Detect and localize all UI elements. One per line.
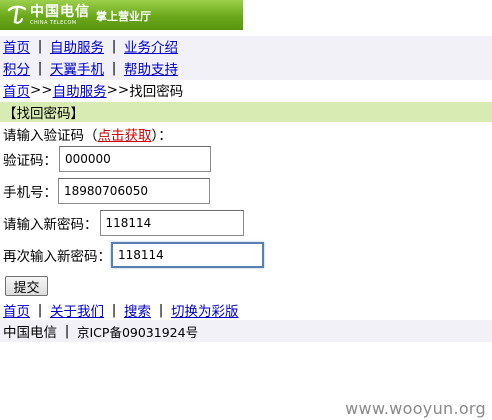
footer-icp: 京ICP备09031924号	[77, 324, 199, 340]
nav-link-business-intro[interactable]: 业务介绍	[124, 36, 178, 56]
nav-row-2: 积分 | 天翼手机 | 帮助支持	[3, 58, 178, 78]
footer-separator: |	[64, 323, 70, 339]
submit-button[interactable]: 提交	[5, 276, 48, 296]
footer-info: 中国电信 | 京ICP备09031924号	[3, 321, 198, 341]
nav-separator: |	[37, 60, 43, 76]
nav-separator: |	[111, 38, 117, 54]
confirm-password-input[interactable]	[111, 242, 264, 268]
footer-nav: 首页 | 关于我们 | 搜索 | 切换为彩版	[3, 300, 239, 320]
code-input[interactable]	[59, 146, 211, 172]
nav-link-help-support[interactable]: 帮助支持	[124, 58, 178, 78]
verification-prompt: 请输入验证码（ 点击获取 ）：	[3, 124, 172, 144]
breadcrumb-separator: >>	[30, 82, 53, 98]
footer-link-about[interactable]: 关于我们	[50, 300, 104, 320]
phone-input[interactable]	[58, 178, 210, 204]
confirm-password-row: 再次输入新密码：	[3, 242, 264, 268]
confirm-password-label: 再次输入新密码：	[3, 249, 111, 265]
breadcrumb: 首页 >> 自助服务 >> 找回密码	[3, 80, 183, 100]
footer-separator: |	[111, 302, 117, 318]
phone-row: 手机号：	[3, 178, 210, 204]
nav-link-home[interactable]: 首页	[3, 36, 30, 56]
nav-link-self-service[interactable]: 自助服务	[50, 36, 104, 56]
breadcrumb-separator: >>	[106, 82, 130, 98]
app-header: 中国电信 CHINA TELECOM 掌上营业厅	[0, 0, 243, 30]
breadcrumb-home[interactable]: 首页	[3, 80, 30, 100]
footer-separator: |	[158, 302, 164, 318]
phone-label: 手机号：	[3, 185, 57, 201]
footer-separator: |	[37, 302, 43, 318]
nav-separator: |	[111, 60, 117, 76]
footer-link-search[interactable]: 搜索	[124, 300, 151, 320]
breadcrumb-current: 找回密码	[129, 84, 184, 100]
section-title: 【找回密码】	[3, 106, 84, 122]
new-password-label: 请输入新密码：	[3, 217, 98, 233]
code-row: 验证码：	[3, 146, 211, 172]
nav-separator: |	[37, 38, 43, 54]
brand-name-en: CHINA TELECOM	[30, 19, 77, 26]
footer-link-color-version[interactable]: 切换为彩版	[171, 300, 239, 320]
china-telecom-logo-icon	[7, 5, 27, 24]
new-password-input[interactable]	[99, 210, 244, 236]
footer-link-home[interactable]: 首页	[3, 300, 30, 320]
brand-name-cn: 中国电信	[30, 3, 90, 20]
prompt-text-after: ）：	[151, 128, 172, 144]
prompt-text-before: 请输入验证码（	[3, 128, 98, 144]
get-code-link[interactable]: 点击获取	[98, 124, 152, 144]
brand-logo-text: 中国电信 CHINA TELECOM	[30, 5, 90, 26]
nav-link-points[interactable]: 积分	[3, 58, 30, 78]
footer-company: 中国电信	[3, 325, 57, 341]
app-title: 掌上营业厅	[96, 10, 151, 23]
code-label: 验证码：	[3, 153, 57, 169]
watermark: www.wooyun.org	[345, 399, 486, 418]
nav-row-1: 首页 | 自助服务 | 业务介绍	[3, 36, 178, 56]
nav-link-tianyi-phone[interactable]: 天翼手机	[50, 58, 104, 78]
section-title-bar: 【找回密码】	[0, 102, 492, 122]
new-password-row: 请输入新密码：	[3, 210, 244, 236]
breadcrumb-self-service[interactable]: 自助服务	[53, 80, 107, 100]
